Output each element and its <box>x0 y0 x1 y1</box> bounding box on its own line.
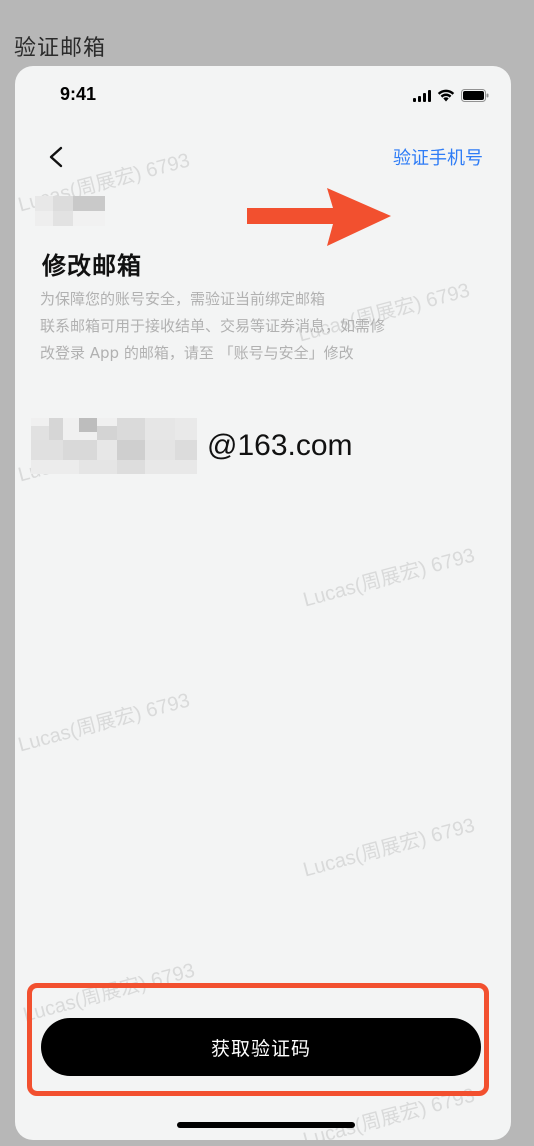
redacted-avatar <box>35 196 105 226</box>
description-line: 联系邮箱可用于接收结单、交易等证券消息，如需修 <box>40 317 386 335</box>
watermark: Lucas(周展宏) 6793 <box>15 689 193 757</box>
nav-bar: 验证手机号 <box>15 136 511 184</box>
description: 为保障您的账号安全，需验证当前绑定邮箱 联系邮箱可用于接收结单、交易等证券消息，… <box>40 286 480 367</box>
back-button[interactable] <box>41 140 77 176</box>
description-line: 改登录 App 的邮箱，请至 「账号与安全」修改 <box>40 344 354 362</box>
annotation-arrow-icon <box>247 188 391 246</box>
status-time: 9:41 <box>60 84 97 104</box>
email-domain: @163.com <box>207 429 353 462</box>
cellular-signal-icon <box>413 90 431 102</box>
chevron-left-icon <box>49 146 63 168</box>
description-line: 为保障您的账号安全，需验证当前绑定邮箱 <box>40 290 326 308</box>
verify-phone-link[interactable]: 验证手机号 <box>393 144 483 170</box>
phone-screen: Lucas(周展宏) 6793 Lucas(周展宏) 6793 Lucas(周展… <box>15 66 511 1140</box>
current-email: @163.com <box>31 416 353 476</box>
page-title: 修改邮箱 <box>42 252 142 280</box>
get-verification-code-button[interactable]: 获取验证码 <box>41 1018 481 1076</box>
watermark: Lucas(周展宏) 6793 <box>300 544 478 612</box>
battery-icon <box>461 89 489 102</box>
status-bar: 9:41 <box>15 66 511 126</box>
page-label: 验证邮箱 <box>14 36 107 61</box>
redacted-email-local-part <box>31 418 197 474</box>
watermark: Lucas(周展宏) 6793 <box>300 814 478 882</box>
home-indicator <box>177 1122 355 1128</box>
status-icons <box>413 88 489 102</box>
wifi-icon <box>437 89 455 102</box>
